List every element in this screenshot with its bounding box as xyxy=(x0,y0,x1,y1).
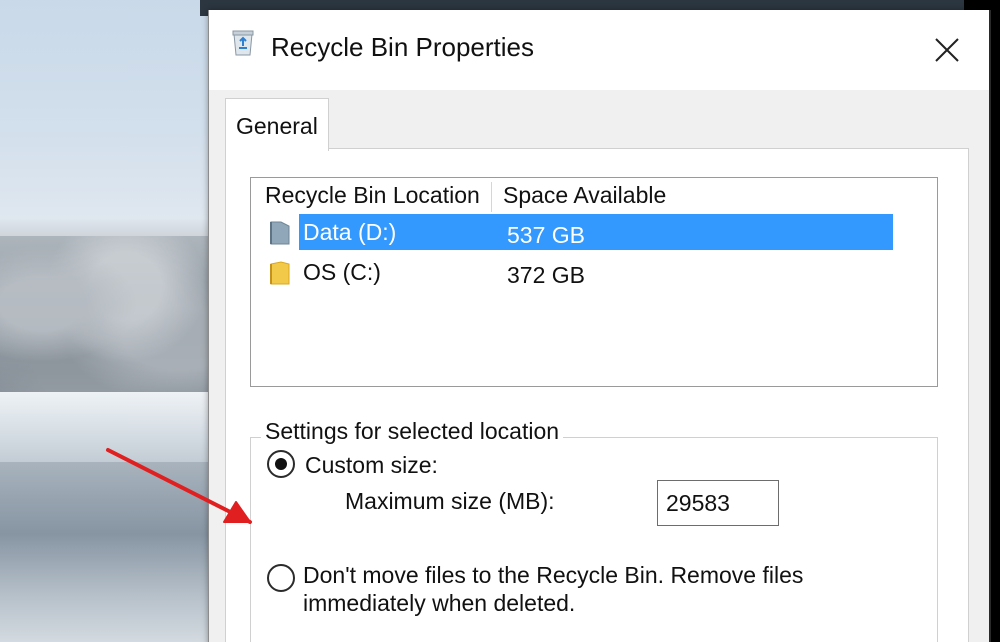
row-name: OS (C:) xyxy=(303,259,381,285)
close-icon xyxy=(933,36,961,69)
window-title: Recycle Bin Properties xyxy=(271,32,534,62)
wallpaper-trees xyxy=(0,236,210,406)
red-arrow-annotation xyxy=(106,448,252,524)
dont-move-radio[interactable] xyxy=(267,564,295,592)
row-name: Data (D:) xyxy=(303,219,397,245)
column-header-space[interactable]: Space Available xyxy=(503,182,893,212)
location-list[interactable]: Recycle Bin Location Space Available Dat… xyxy=(250,177,938,387)
recycle-bin-icon xyxy=(231,28,255,56)
list-header: Recycle Bin Location Space Available xyxy=(251,178,937,214)
desktop-wallpaper xyxy=(0,0,240,642)
folder-icon xyxy=(269,260,291,286)
list-row-data-drive[interactable]: Data (D:) 537 GB xyxy=(255,214,895,250)
close-button[interactable] xyxy=(919,30,975,74)
settings-legend: Settings for selected location xyxy=(261,418,564,445)
recycle-bin-properties-dialog: Recycle Bin Properties General Recycle B… xyxy=(208,10,991,642)
max-size-input[interactable] xyxy=(657,480,779,526)
custom-size-label[interactable]: Custom size: xyxy=(305,452,438,479)
tab-general[interactable]: General xyxy=(225,98,329,151)
tab-general-label: General xyxy=(236,113,318,139)
list-row-os-drive[interactable]: OS (C:) 372 GB xyxy=(255,254,895,290)
drive-folder-icon xyxy=(269,220,291,246)
settings-group: Settings for selected location Custom si… xyxy=(250,418,938,642)
general-tab-panel: Recycle Bin Location Space Available Dat… xyxy=(225,148,969,642)
dont-move-label-line1[interactable]: Don't move files to the Recycle Bin. Rem… xyxy=(303,562,803,589)
max-size-label: Maximum size (MB): xyxy=(345,488,555,514)
screen: Recycle Bin Properties General Recycle B… xyxy=(0,0,1000,642)
dont-move-label-line2[interactable]: immediately when deleted. xyxy=(303,590,575,617)
custom-size-radio[interactable] xyxy=(267,450,295,478)
dialog-body: General Recycle Bin Location Space Avail… xyxy=(209,90,989,642)
row-space: 537 GB xyxy=(507,222,585,248)
row-space: 372 GB xyxy=(507,262,585,288)
title-bar[interactable]: Recycle Bin Properties xyxy=(209,10,989,90)
column-header-location[interactable]: Recycle Bin Location xyxy=(265,182,492,212)
